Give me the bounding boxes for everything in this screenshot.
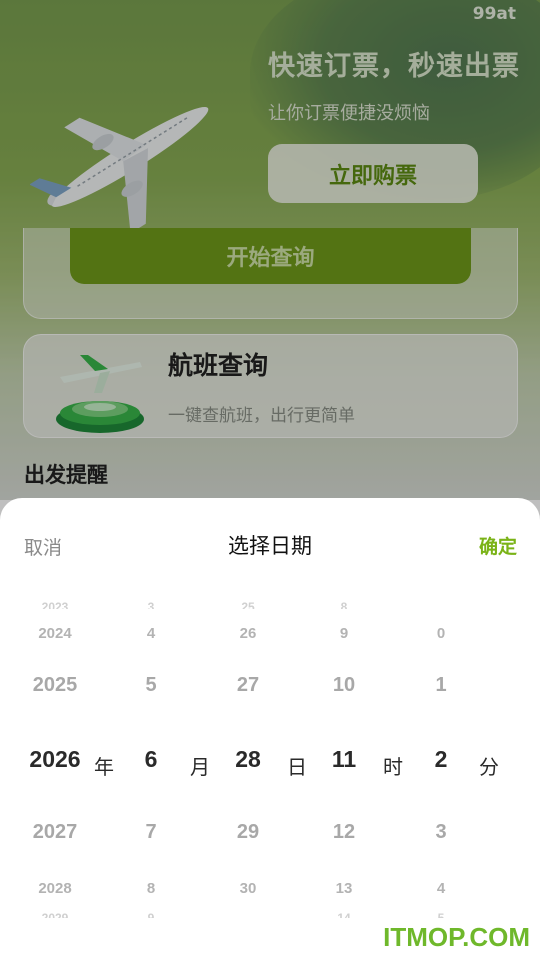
month-selected: 6 bbox=[144, 746, 158, 772]
month-wheel[interactable]: 3 4 5 6 7 8 9 bbox=[106, 600, 196, 918]
day-wheel[interactable]: 25 26 27 28 29 30 bbox=[203, 600, 293, 918]
minute-option bbox=[396, 600, 486, 609]
minute-unit-label: 分 bbox=[479, 755, 499, 779]
month-option: 8 bbox=[146, 880, 156, 897]
month-option: 9 bbox=[147, 911, 155, 918]
minute-option: 1 bbox=[435, 674, 447, 696]
year-option: 2024 bbox=[38, 625, 72, 642]
hour-option: 14 bbox=[337, 911, 351, 918]
month-option: 3 bbox=[147, 600, 155, 609]
day-option bbox=[203, 911, 293, 918]
minute-option: 3 bbox=[435, 821, 447, 843]
month-option: 5 bbox=[145, 674, 157, 696]
watermark-text: ITMOP.COM bbox=[383, 922, 530, 952]
day-option: 25 bbox=[241, 600, 255, 609]
day-selected: 28 bbox=[235, 746, 261, 772]
minute-wheel[interactable]: 0 1 2 3 4 5 bbox=[396, 600, 486, 918]
month-option: 4 bbox=[146, 625, 156, 642]
minute-option: 4 bbox=[436, 880, 446, 897]
hour-option: 12 bbox=[332, 821, 356, 843]
hour-option: 9 bbox=[339, 625, 349, 642]
hour-wheel[interactable]: 8 9 10 11 12 13 14 bbox=[299, 600, 389, 918]
day-option: 30 bbox=[239, 880, 257, 897]
minute-option: 5 bbox=[437, 911, 445, 918]
day-option: 26 bbox=[239, 625, 257, 642]
confirm-button[interactable]: 确定 bbox=[479, 532, 517, 559]
hour-selected: 11 bbox=[331, 746, 357, 772]
picker-title: 选择日期 bbox=[228, 534, 312, 558]
year-option: 2027 bbox=[32, 821, 78, 843]
day-option: 27 bbox=[236, 674, 260, 696]
year-option: 2023 bbox=[41, 600, 69, 609]
year-option: 2025 bbox=[32, 674, 78, 696]
minute-selected: 2 bbox=[434, 746, 448, 772]
minute-option: 0 bbox=[436, 625, 446, 642]
month-option: 7 bbox=[145, 821, 157, 843]
year-option: 2029 bbox=[41, 911, 69, 918]
year-selected: 2026 bbox=[29, 746, 81, 772]
year-option: 2028 bbox=[38, 880, 72, 897]
hour-option: 13 bbox=[335, 880, 353, 897]
year-wheel[interactable]: 2023 2024 2025 2026 2027 2028 2029 bbox=[10, 600, 100, 918]
hour-option: 8 bbox=[340, 600, 348, 609]
day-option: 29 bbox=[236, 821, 260, 843]
hour-option: 10 bbox=[332, 674, 356, 696]
